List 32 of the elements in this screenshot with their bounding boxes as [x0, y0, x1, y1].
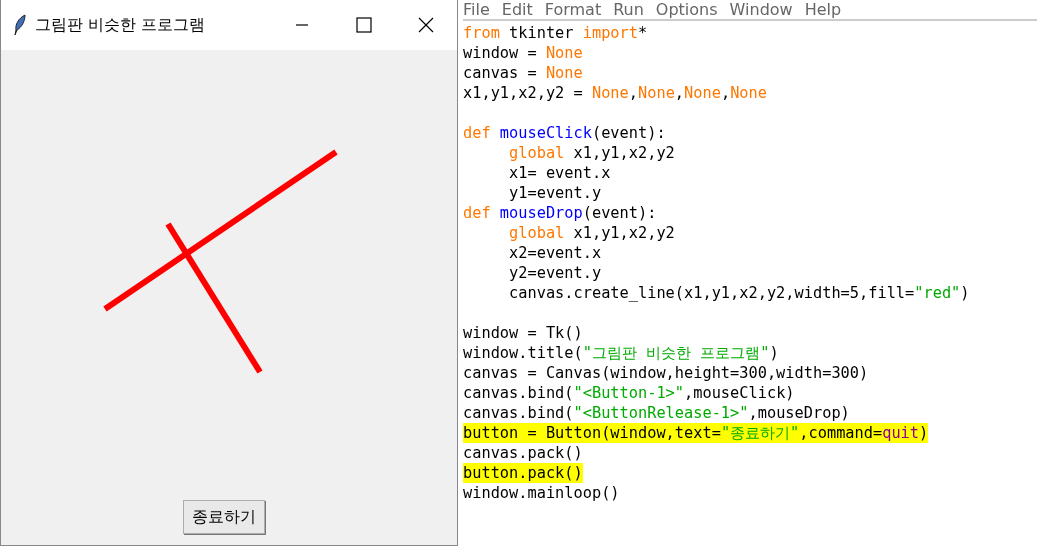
code-line: from tkinter import*	[463, 23, 648, 43]
code-line: y1=event.y	[508, 183, 602, 203]
code-line: window.mainloop()	[463, 483, 620, 503]
code-line: def mouseClick(event):	[463, 123, 666, 143]
feather-icon	[13, 14, 27, 36]
menu-item[interactable]: Options	[655, 0, 730, 20]
code-line: window.title("그림판 비슷한 프로그램")	[463, 343, 779, 363]
code-line: canvas = Canvas(window,height=300,width=300)	[463, 363, 869, 383]
menu-item[interactable]: Format	[544, 0, 614, 20]
code-line: canvas.bind("<ButtonRelease-1>",mouseDrop)	[463, 403, 850, 423]
window-title: 그림판 비슷한 프로그램	[35, 14, 206, 36]
code-line: def mouseDrop(event):	[463, 203, 657, 223]
code-line: canvas.pack()	[463, 443, 583, 463]
menu-item[interactable]: Window	[729, 0, 805, 20]
code-line: global x1,y1,x2,y2	[508, 223, 675, 243]
code-line: canvas.create_line(x1,y1,x2,y2,width=5,fill="red")	[508, 283, 970, 303]
code-line: x2=event.x	[508, 243, 602, 263]
maximize-icon	[356, 17, 372, 33]
menu-item[interactable]: File	[463, 0, 502, 20]
menu-item[interactable]: Run	[613, 0, 656, 20]
close-icon	[418, 17, 434, 33]
code-line: canvas.bind("<Button-1>",mouseClick)	[463, 383, 795, 403]
code-line: y2=event.y	[508, 263, 602, 283]
code-line: x1,y1,x2,y2 = None,None,None,None	[463, 83, 767, 103]
menu-item[interactable]: Help	[804, 0, 854, 20]
code-line: window = Tk()	[463, 323, 583, 343]
code-line: canvas = None	[463, 63, 583, 83]
code-line: window = None	[463, 43, 583, 63]
menu-item[interactable]: Edit	[501, 0, 545, 20]
quit-button[interactable]: 종료하기	[183, 500, 265, 534]
code-line: global x1,y1,x2,y2	[508, 143, 675, 163]
code-line: x1= event.x	[508, 163, 611, 183]
